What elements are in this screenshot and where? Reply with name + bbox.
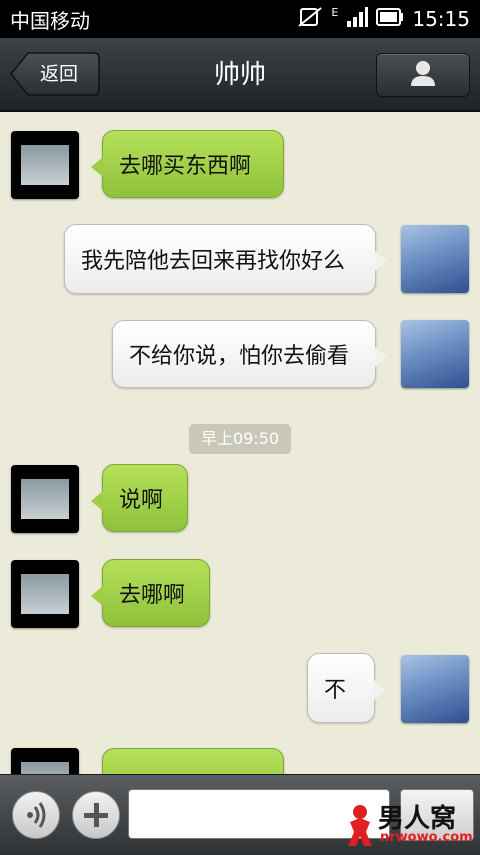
contact-avatar[interactable] — [11, 560, 79, 628]
status-bar: 中国移动 E 15:15 — [0, 0, 480, 38]
car-photo — [21, 762, 69, 774]
watermark-url: nrwowo.com — [380, 830, 473, 845]
my-avatar[interactable] — [401, 320, 469, 388]
data-e-icon: E — [331, 5, 339, 19]
voice-icon — [13, 802, 59, 842]
mute-icon — [297, 6, 323, 33]
title-bar: 帅帅 返回 — [0, 38, 480, 112]
carrier-label: 中国移动 — [10, 8, 90, 33]
message-bubble-left[interactable] — [102, 748, 284, 774]
back-button[interactable]: 返回 — [10, 52, 100, 96]
person-icon — [409, 59, 437, 91]
contact-avatar[interactable] — [11, 131, 79, 199]
message-bubble-left[interactable]: 去哪啊 — [91, 559, 210, 627]
signal-icon — [346, 6, 369, 32]
my-avatar[interactable] — [401, 655, 469, 723]
message-bubble-right[interactable]: 我先陪他去回来再找你好么 — [64, 224, 387, 294]
battery-icon — [376, 7, 404, 31]
status-icons: E 15:15 — [297, 6, 470, 33]
watermark-logo: 男人窝 nrwowo.com — [346, 798, 476, 850]
car-photo — [21, 479, 69, 519]
profile-button[interactable] — [376, 53, 470, 97]
add-button[interactable] — [72, 791, 120, 839]
message-bubble-right[interactable]: 不 — [307, 653, 386, 723]
car-photo — [21, 574, 69, 614]
message-bubble-right[interactable]: 不给你说，怕你去偷看 — [112, 320, 387, 388]
chat-area[interactable]: 去哪买东西啊 我先陪他去回来再找你好么 不给你说，怕你去偷看 早上09:50 说… — [0, 112, 480, 774]
back-button-label: 返回 — [40, 63, 79, 85]
message-bubble-left[interactable]: 说啊 — [91, 464, 188, 532]
contact-avatar[interactable] — [11, 465, 79, 533]
time-divider: 早上09:50 — [189, 424, 291, 454]
plus-icon — [73, 803, 119, 842]
my-avatar[interactable] — [401, 225, 469, 293]
voice-button[interactable] — [12, 791, 60, 839]
car-photo — [21, 145, 69, 185]
message-bubble-left[interactable]: 去哪买东西啊 — [91, 130, 284, 198]
clock: 15:15 — [412, 7, 470, 31]
contact-avatar[interactable] — [11, 748, 79, 774]
